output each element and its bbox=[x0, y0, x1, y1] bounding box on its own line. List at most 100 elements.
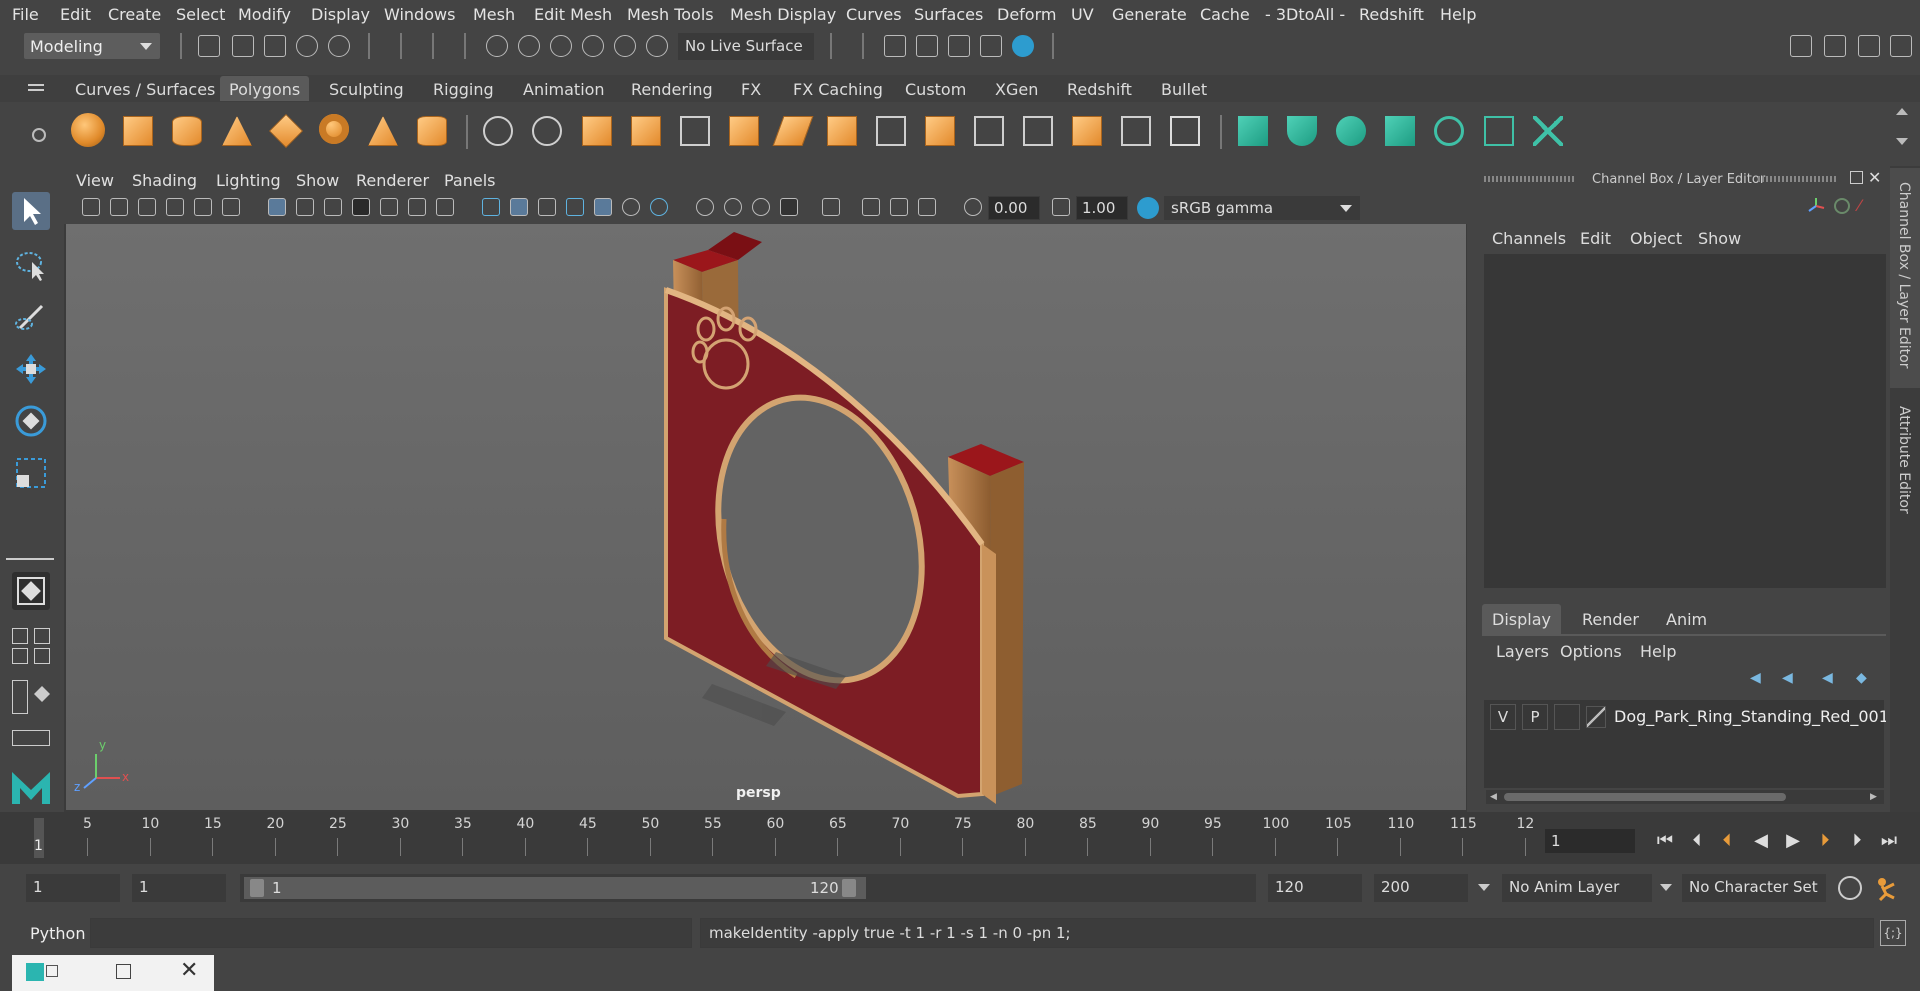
options-menu[interactable]: Options bbox=[1560, 642, 1622, 661]
view-transform-select[interactable]: sRGB gamma bbox=[1164, 196, 1360, 220]
hypershade-icon[interactable] bbox=[1012, 35, 1034, 57]
channel-box-toggle-icon[interactable] bbox=[1890, 35, 1912, 57]
viewport-menu-renderer[interactable]: Renderer bbox=[356, 171, 429, 190]
step-forward-frame-icon[interactable]: ⏵ bbox=[1846, 830, 1868, 852]
shadows-icon[interactable] bbox=[622, 198, 640, 216]
range-start-handle[interactable] bbox=[250, 879, 264, 897]
gear-icon[interactable] bbox=[32, 128, 46, 142]
tab-rendering[interactable]: Rendering bbox=[622, 76, 722, 101]
poke-icon[interactable] bbox=[1170, 116, 1200, 146]
layout-grid-icon-2[interactable] bbox=[34, 648, 50, 664]
close-icon[interactable]: ✕ bbox=[180, 958, 198, 983]
live-surface-field[interactable]: No Live Surface bbox=[678, 33, 814, 60]
viewport-menu-view[interactable]: View bbox=[76, 171, 114, 190]
auto-key-icon[interactable] bbox=[1838, 876, 1862, 900]
anim-layer-select[interactable]: No Anim Layer bbox=[1502, 874, 1652, 902]
tab-curves-surfaces[interactable]: Curves / Surfaces bbox=[66, 76, 224, 101]
smooth-shade-icon[interactable] bbox=[510, 198, 528, 216]
tab-redshift[interactable]: Redshift bbox=[1058, 76, 1141, 101]
scrollbar-thumb[interactable] bbox=[1504, 793, 1786, 801]
extrude-icon[interactable] bbox=[631, 116, 661, 146]
tab-animation[interactable]: Animation bbox=[514, 76, 614, 101]
lasso-tool-icon[interactable] bbox=[12, 246, 50, 284]
uv-planar-icon[interactable] bbox=[1238, 116, 1268, 146]
menu-mesh-display[interactable]: Mesh Display bbox=[730, 5, 836, 24]
tab-polygons[interactable]: Polygons bbox=[220, 76, 310, 101]
channels-menu[interactable]: Channels bbox=[1492, 229, 1566, 248]
fill-hole-icon[interactable] bbox=[925, 116, 955, 146]
snap-curve-icon[interactable] bbox=[518, 35, 540, 57]
paint-select-tool-icon[interactable] bbox=[12, 298, 50, 336]
wireframe-icon[interactable] bbox=[482, 198, 500, 216]
tool-settings-toggle-icon[interactable] bbox=[1858, 35, 1880, 57]
open-scene-icon[interactable] bbox=[232, 35, 254, 57]
menu-curves[interactable]: Curves bbox=[846, 5, 902, 24]
uv-cylindrical-icon[interactable] bbox=[1287, 116, 1317, 146]
grease-pencil-icon[interactable] bbox=[222, 198, 240, 216]
menu-uv[interactable]: UV bbox=[1071, 5, 1094, 24]
scene-start-field[interactable]: 1 bbox=[26, 874, 120, 902]
step-back-frame-icon[interactable]: ⏴ bbox=[1686, 830, 1708, 852]
scene-end-field[interactable]: 200 bbox=[1374, 874, 1468, 902]
viewport-menu-lighting[interactable]: Lighting bbox=[216, 171, 281, 190]
speed-icon[interactable] bbox=[1834, 198, 1850, 214]
film-gate-icon[interactable] bbox=[296, 198, 314, 216]
separate-icon[interactable] bbox=[532, 116, 562, 146]
go-to-start-icon[interactable]: ⏮ bbox=[1654, 830, 1676, 852]
current-frame-field[interactable]: 1 bbox=[1544, 828, 1636, 854]
undo-icon[interactable] bbox=[296, 35, 318, 57]
move-layer-up-icon[interactable]: ◀ bbox=[1750, 670, 1761, 686]
insert-edge-loop-icon[interactable] bbox=[827, 116, 857, 146]
animation-preferences-icon[interactable] bbox=[1872, 874, 1900, 902]
bridge-icon[interactable] bbox=[680, 116, 710, 146]
command-input[interactable] bbox=[90, 918, 692, 948]
field-chart-icon[interactable] bbox=[380, 198, 398, 216]
scale-tool-icon[interactable] bbox=[12, 454, 50, 492]
manipulator-icon[interactable] bbox=[1806, 196, 1826, 216]
color-management-toggle-icon[interactable] bbox=[1137, 197, 1159, 219]
mirror-icon[interactable] bbox=[974, 116, 1004, 146]
mode-selector[interactable]: Modeling bbox=[24, 33, 160, 59]
boolean-icon[interactable] bbox=[1023, 116, 1053, 146]
layer-display-type-toggle[interactable] bbox=[1554, 704, 1580, 730]
chevron-down-icon[interactable] bbox=[1478, 884, 1490, 891]
menu-mesh-tools[interactable]: Mesh Tools bbox=[627, 5, 714, 24]
menu-create[interactable]: Create bbox=[108, 5, 161, 24]
xray-components-icon[interactable] bbox=[918, 198, 936, 216]
uv-automatic-icon[interactable] bbox=[1385, 116, 1415, 146]
snap-pivot-icon[interactable] bbox=[646, 35, 668, 57]
viewport-menu-show[interactable]: Show bbox=[296, 171, 339, 190]
layer-name[interactable]: Dog_Park_Ring_Standing_Red_001_la bbox=[1614, 707, 1886, 726]
command-language-label[interactable]: Python bbox=[30, 924, 85, 943]
isolate-select-icon[interactable] bbox=[822, 198, 840, 216]
menu-windows[interactable]: Windows bbox=[384, 5, 455, 24]
scroll-right-icon[interactable]: ▶ bbox=[1870, 792, 1877, 802]
merge-icon[interactable] bbox=[1072, 116, 1102, 146]
viewport-menu-panels[interactable]: Panels bbox=[444, 171, 496, 190]
workspace-icon[interactable] bbox=[1790, 35, 1812, 57]
poly-pipe-icon[interactable] bbox=[417, 116, 447, 146]
layout-grid-icon[interactable] bbox=[12, 648, 28, 664]
playback-start-field[interactable]: 1 bbox=[132, 874, 226, 902]
play-forwards-icon[interactable]: ▶ bbox=[1782, 830, 1804, 852]
menu-select[interactable]: Select bbox=[176, 5, 225, 24]
gate-mask-icon[interactable] bbox=[352, 198, 370, 216]
four-view-layout-icon[interactable] bbox=[12, 628, 28, 644]
camera-attributes-icon[interactable] bbox=[110, 198, 128, 216]
single-perspective-layout-icon[interactable] bbox=[12, 572, 50, 610]
menu-cache[interactable]: Cache bbox=[1200, 5, 1250, 24]
layer-scrollbar[interactable]: ◀ ▶ bbox=[1486, 790, 1884, 804]
uv-cut-icon[interactable] bbox=[1533, 116, 1563, 146]
move-tool-icon[interactable] bbox=[12, 350, 50, 388]
menu-generate[interactable]: Generate bbox=[1112, 5, 1187, 24]
channel-box-area[interactable] bbox=[1484, 254, 1886, 588]
range-end-handle[interactable] bbox=[842, 879, 856, 897]
tab-render[interactable]: Render bbox=[1572, 604, 1649, 634]
snap-point-icon[interactable] bbox=[550, 35, 572, 57]
shelf-menu-icon[interactable] bbox=[28, 84, 44, 86]
playback-end-field[interactable]: 120 bbox=[1268, 874, 1362, 902]
poly-cube-icon[interactable] bbox=[123, 116, 153, 146]
poly-cylinder-icon[interactable] bbox=[172, 116, 202, 146]
panel-drag-handle[interactable] bbox=[1484, 176, 1574, 182]
minimized-window[interactable]: ✕ bbox=[12, 955, 214, 991]
